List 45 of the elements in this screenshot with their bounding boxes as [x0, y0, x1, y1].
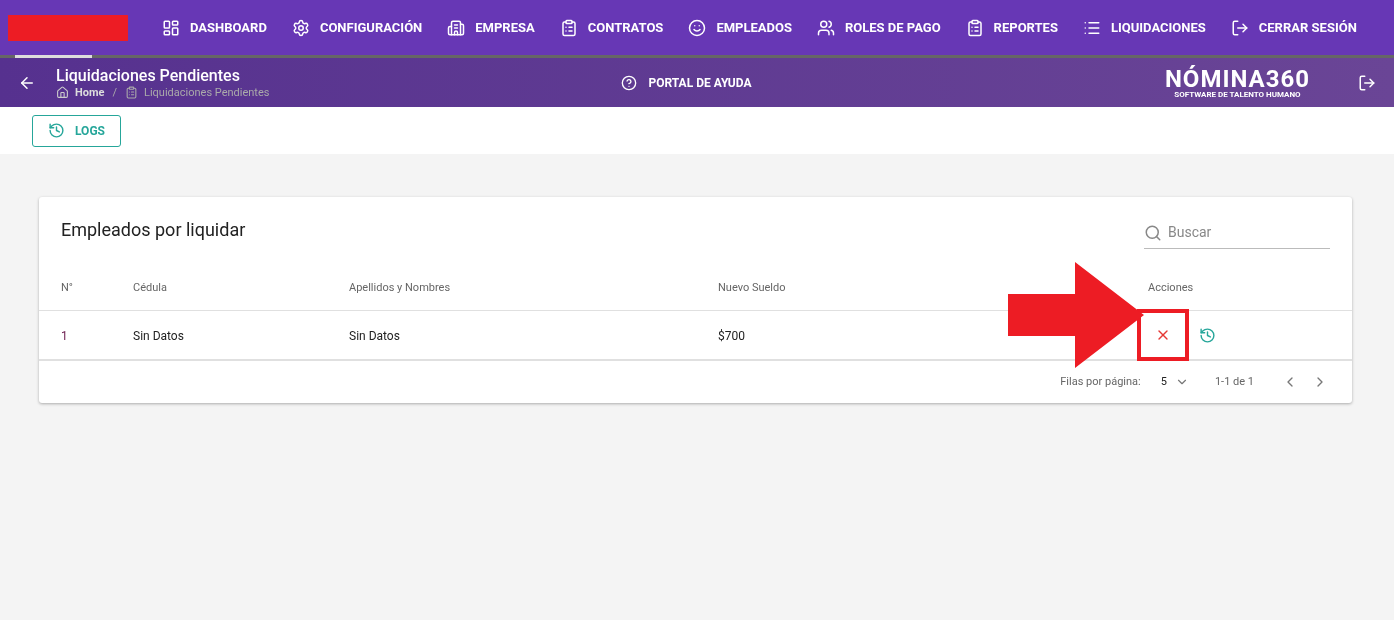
column-header: Nuevo Sueldo — [718, 280, 786, 294]
face-icon — [688, 18, 707, 37]
nav-link[interactable]: LIQUIDACIONES — [1082, 17, 1206, 38]
settings-icon — [291, 18, 310, 37]
logo-tagline: SOFTWARE DE TALENTO HUMANO — [1174, 90, 1301, 99]
nav-link[interactable]: DASHBOARD — [162, 17, 267, 38]
clipboard-icon — [965, 18, 984, 37]
column-header: Cédula — [133, 280, 167, 294]
card-title: Empleados por liquidar — [61, 217, 246, 242]
help-icon — [621, 74, 638, 91]
nav-link[interactable]: CONTRATOS — [559, 17, 664, 38]
nav-link[interactable]: ROLES DE PAGO — [816, 17, 941, 38]
logout-icon[interactable] — [1358, 73, 1376, 92]
table-cell: Sin Datos — [349, 329, 400, 343]
breadcrumb-link[interactable]: Home — [75, 85, 105, 100]
search-field[interactable]: Buscar — [1168, 222, 1318, 243]
history-icon — [48, 122, 65, 139]
column-header: Apellidos y Nombres — [349, 280, 451, 294]
home-icon — [56, 86, 69, 99]
logout-icon — [1230, 18, 1249, 37]
building-icon — [447, 18, 466, 37]
clipboard-icon — [125, 86, 138, 99]
page-title: Liquidaciones Pendientes — [56, 65, 241, 86]
help-link[interactable]: PORTAL DE AYUDA — [621, 73, 752, 92]
clipboard-icon — [559, 18, 578, 37]
search-icon — [1144, 223, 1162, 242]
dashboard-icon — [162, 18, 180, 37]
nav-link[interactable]: CERRAR SESIÓN — [1230, 17, 1357, 38]
breadcrumb-current: Liquidaciones Pendientes — [144, 85, 270, 100]
rows-per-page-select[interactable]: 5 — [1160, 373, 1189, 391]
table-cell: Sin Datos — [133, 329, 184, 343]
breadcrumb-separator: / — [112, 85, 117, 100]
column-header: N° — [61, 280, 73, 294]
nav-link[interactable]: CONFIGURACIÓN — [291, 17, 423, 38]
logo-wordmark: NÓMINA360 — [1164, 66, 1310, 91]
rows-per-page-label: Filas por página: — [1060, 373, 1141, 390]
column-header: Acciones — [1148, 280, 1194, 294]
page-range: 1-1 de 1 — [1214, 373, 1254, 390]
nav-link[interactable]: REPORTES — [965, 17, 1058, 38]
table-cell: 1 — [61, 329, 68, 343]
nav-link[interactable]: EMPLEADOS — [688, 17, 792, 38]
people-icon — [816, 18, 835, 37]
nav-link[interactable]: EMPRESA — [447, 17, 535, 38]
table-cell: $700 — [718, 329, 745, 343]
history-icon[interactable] — [1199, 326, 1216, 344]
